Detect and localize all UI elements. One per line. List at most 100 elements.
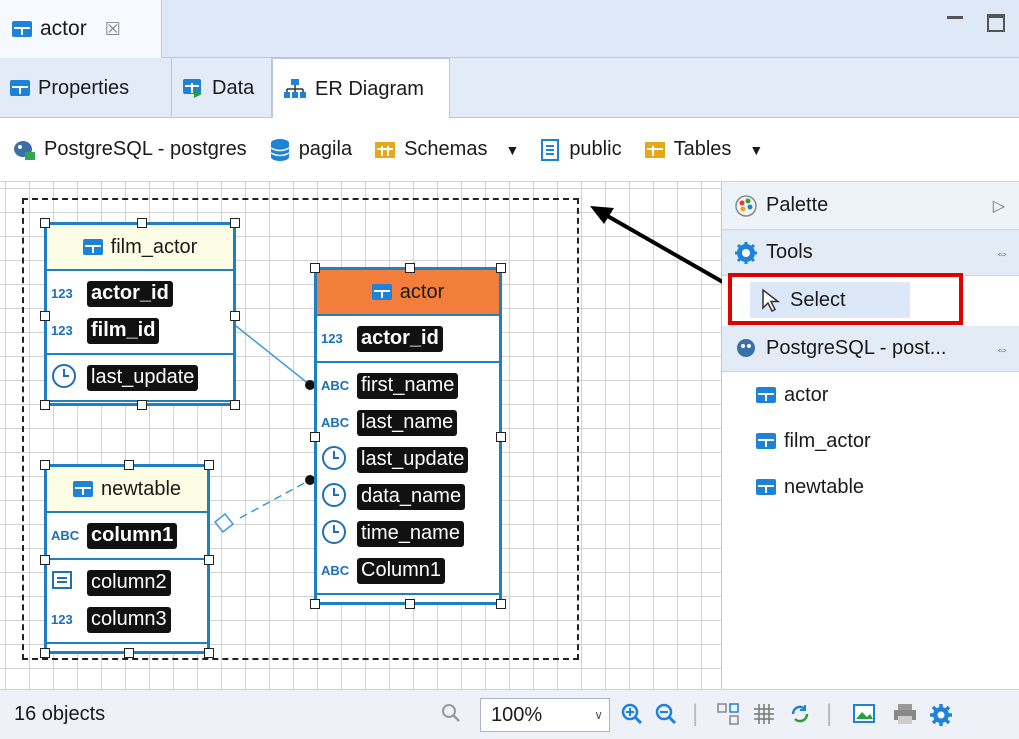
close-icon[interactable]: ☒ (105, 19, 121, 40)
zoom-in-icon[interactable] (620, 702, 644, 732)
entity-title: actor (399, 280, 445, 303)
newtable-relationship-line (239, 479, 311, 519)
select-tool[interactable]: Select (750, 282, 910, 318)
resize-handle[interactable] (230, 311, 240, 321)
schema-selector[interactable]: public (541, 138, 622, 161)
data-grid-icon (183, 79, 202, 98)
resize-handle[interactable] (230, 218, 240, 228)
object-count: 16 objects (14, 703, 106, 725)
attribute-row[interactable]: last_update (51, 359, 233, 396)
minimize-icon[interactable] (945, 10, 965, 30)
attribute-row[interactable]: data_name (321, 478, 499, 515)
settings-gear-icon[interactable] (928, 702, 954, 734)
grid-icon[interactable] (752, 702, 776, 732)
zoom-value: 100% (491, 703, 543, 726)
relationship-diamond (213, 512, 235, 534)
search-icon[interactable] (440, 702, 462, 730)
expand-collapse-icon[interactable]: ⇔ (995, 341, 1009, 357)
resize-handle[interactable] (40, 400, 50, 410)
collapse-palette-icon[interactable]: ▷ (993, 196, 1005, 216)
tab-er-diagram-label: ER Diagram (315, 77, 424, 100)
attribute-row[interactable]: column2 (51, 564, 207, 601)
attribute-row[interactable]: last_update (321, 441, 499, 478)
tools-group-header[interactable]: Tools ⇔ (722, 230, 1019, 276)
palette-table-newtable[interactable]: newtable (722, 464, 1019, 510)
palette-table-film-actor[interactable]: film_actor (722, 418, 1019, 464)
clock-icon (321, 445, 355, 474)
resize-handle[interactable] (204, 648, 214, 658)
attribute-row[interactable]: 123 actor_id (321, 320, 499, 357)
resize-handle[interactable] (310, 263, 320, 273)
expand-collapse-icon[interactable]: ⇔ (995, 245, 1009, 261)
attribute-row[interactable]: ABC first_name (321, 367, 499, 404)
resize-handle[interactable] (204, 460, 214, 470)
database-selector[interactable]: pagila (269, 138, 352, 162)
numeric-type-icon: 123 (321, 331, 343, 346)
attribute-row[interactable]: ABC last_name (321, 404, 499, 441)
resize-handle[interactable] (137, 218, 147, 228)
entity-actor[interactable]: actor 123 actor_id ABC first_name ABC last_… (310, 263, 506, 609)
attribute-name: last_update (87, 364, 199, 391)
connection-label: PostgreSQL - postgres (44, 138, 247, 160)
palette-title: Palette (766, 194, 829, 216)
resize-handle[interactable] (405, 599, 415, 609)
attribute-row[interactable]: 123 actor_id (51, 275, 233, 312)
attribute-name: Column1 (357, 557, 446, 584)
resize-handle[interactable] (40, 311, 50, 321)
resize-handle[interactable] (40, 460, 50, 470)
maximize-icon[interactable] (987, 14, 1005, 32)
resize-handle[interactable] (496, 263, 506, 273)
entity-film-actor[interactable]: film_actor 123 actor_id 123 film_id last_u… (40, 218, 240, 410)
zoom-out-icon[interactable] (654, 702, 678, 732)
tab-data-label: Data (212, 76, 255, 99)
export-image-icon[interactable] (852, 702, 878, 732)
schemas-label: Schemas (404, 138, 488, 160)
select-tool-label: Select (790, 288, 846, 311)
entity-newtable[interactable]: newtable ABC column1 column2 123 column3 (40, 460, 214, 658)
resize-handle[interactable] (137, 400, 147, 410)
resize-handle[interactable] (310, 432, 320, 442)
connection-group-header[interactable]: PostgreSQL - post... ⇔ (722, 326, 1019, 372)
attribute-name: column1 (87, 522, 178, 549)
schemas-selector[interactable]: Schemas ▼ (374, 138, 519, 161)
chevron-down-icon[interactable]: ∨ (594, 708, 603, 722)
resize-handle[interactable] (204, 555, 214, 565)
resize-handle[interactable] (40, 648, 50, 658)
editor-tab-actor[interactable]: actor ☒ (0, 0, 162, 58)
refresh-icon[interactable] (788, 702, 812, 732)
tab-er-diagram[interactable]: ER Diagram (272, 58, 450, 119)
attribute-row[interactable]: ABC Column1 (321, 552, 499, 589)
tab-properties-label: Properties (38, 76, 130, 99)
entity-keys: ABC column1 (47, 513, 207, 560)
palette-panel: Palette ▷ Tools ⇔ Select PostgreSQL - po… (722, 182, 1019, 689)
print-icon[interactable] (892, 702, 918, 732)
table-icon (12, 21, 32, 37)
resize-handle[interactable] (405, 263, 415, 273)
attribute-row[interactable]: ABC column1 (51, 517, 207, 554)
resize-handle[interactable] (496, 432, 506, 442)
entity-title: film_actor (110, 235, 198, 258)
resize-handle[interactable] (496, 599, 506, 609)
resize-handle[interactable] (124, 648, 134, 658)
resize-handle[interactable] (310, 599, 320, 609)
text-type-icon: ABC (321, 415, 350, 430)
chevron-down-icon[interactable]: ▼ (505, 142, 519, 158)
er-diagram-canvas[interactable]: film_actor 123 actor_id 123 film_id last_u… (0, 182, 722, 689)
resize-handle[interactable] (40, 555, 50, 565)
chevron-down-icon[interactable]: ▼ (749, 142, 763, 158)
palette-header[interactable]: Palette ▷ (722, 182, 1019, 230)
resize-handle[interactable] (124, 460, 134, 470)
attribute-row[interactable]: time_name (321, 515, 499, 552)
resize-handle[interactable] (40, 218, 50, 228)
tab-data[interactable]: Data (172, 58, 272, 118)
tab-properties[interactable]: Properties (0, 58, 172, 118)
editor-tab-label: actor (40, 17, 87, 40)
attribute-row[interactable]: 123 column3 (51, 601, 207, 638)
tables-selector[interactable]: Tables ▼ (644, 138, 763, 161)
connection-selector[interactable]: PostgreSQL - postgres (12, 138, 247, 161)
palette-table-actor[interactable]: actor (722, 372, 1019, 418)
zoom-select[interactable]: 100% ∨ (480, 698, 610, 732)
resize-handle[interactable] (230, 400, 240, 410)
layout-icon[interactable] (716, 702, 740, 732)
attribute-row[interactable]: 123 film_id (51, 312, 233, 349)
